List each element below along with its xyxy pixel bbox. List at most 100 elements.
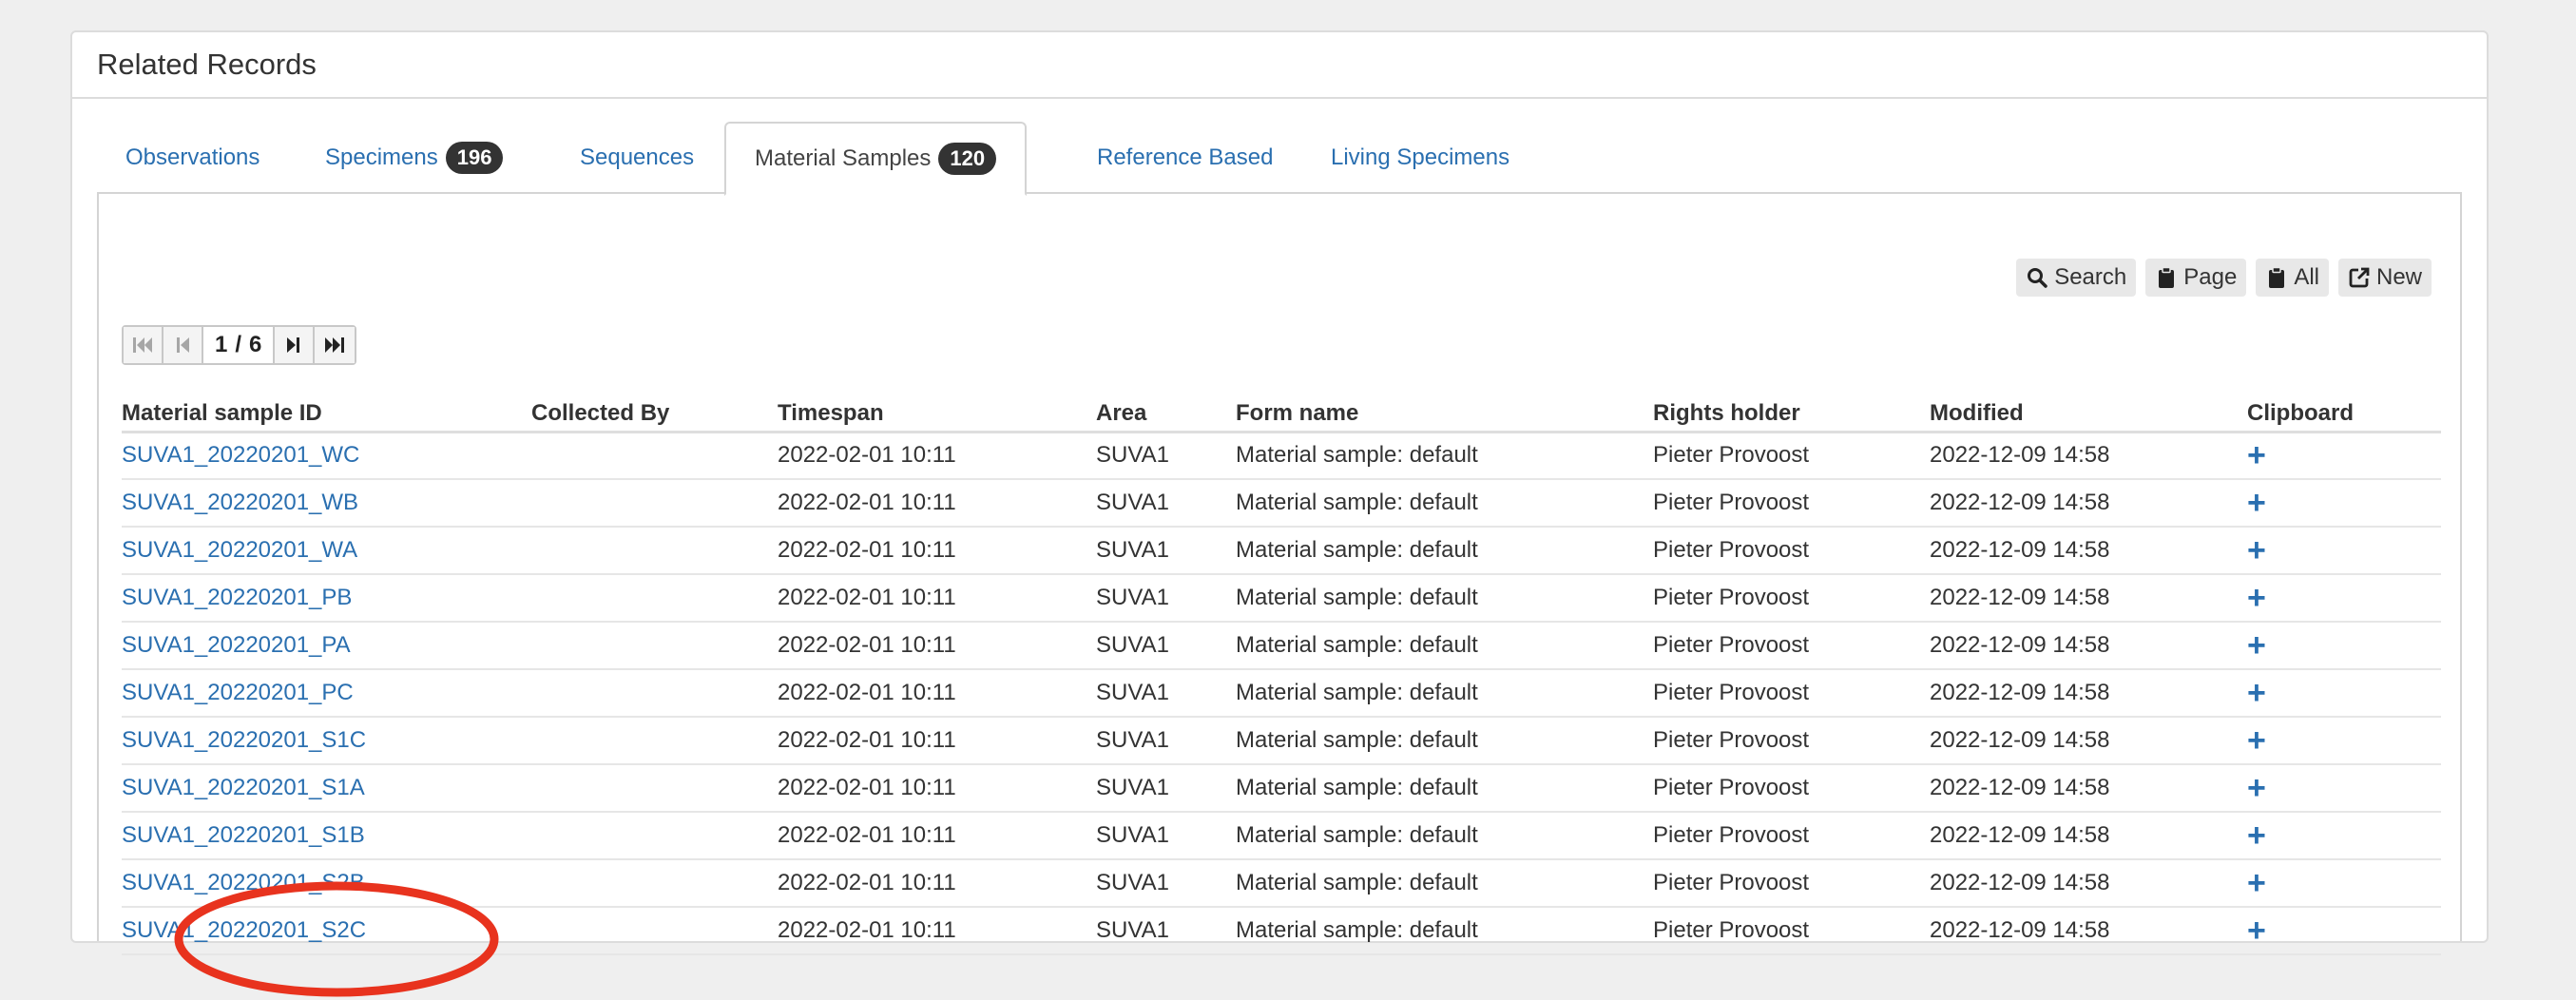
area-cell: SUVA1 <box>1096 622 1236 670</box>
sample-id-link[interactable]: SUVA1_20220201_PB <box>122 585 352 610</box>
timespan-cell: 2022-02-01 10:11 <box>778 432 1096 480</box>
rights-holder-cell: Pieter Provoost <box>1653 527 1930 575</box>
modified-cell: 2022-12-09 14:58 <box>1930 574 2247 623</box>
column-header[interactable]: Rights holder <box>1653 388 1930 433</box>
area-cell: SUVA1 <box>1096 812 1236 860</box>
add-to-clipboard-icon[interactable]: + <box>2247 819 2266 852</box>
table-row: SUVA1_20220201_S1B 2022-02-01 10:11 SUVA1 M… <box>122 812 2441 860</box>
add-to-clipboard-icon[interactable]: + <box>2247 582 2266 614</box>
collected-by-cell <box>531 907 778 955</box>
table-row: SUVA1_20220201_S2C 2022-02-01 10:11 SUVA1 M… <box>122 907 2441 955</box>
sample-id-link[interactable]: SUVA1_20220201_S2C <box>122 917 366 943</box>
add-to-clipboard-icon[interactable]: + <box>2247 629 2266 662</box>
column-header[interactable]: Timespan <box>778 388 1096 433</box>
first-page-button[interactable] <box>124 327 163 363</box>
sample-id-link[interactable]: SUVA1_20220201_WA <box>122 537 357 563</box>
column-header[interactable]: Clipboard <box>2247 388 2441 433</box>
timespan-cell: 2022-02-01 10:11 <box>778 859 1096 908</box>
timespan-cell: 2022-02-01 10:11 <box>778 907 1096 955</box>
page-separator: / <box>235 332 242 357</box>
area-cell: SUVA1 <box>1096 432 1236 480</box>
add-to-clipboard-icon[interactable]: + <box>2247 487 2266 519</box>
open-new-button[interactable]: New <box>2337 259 2432 297</box>
sample-id-link[interactable]: SUVA1_20220201_S1B <box>122 822 365 848</box>
sample-id-link[interactable]: SUVA1_20220201_WC <box>122 442 359 468</box>
form-name-cell: Material sample: default <box>1236 812 1653 860</box>
tab-content: Search Page All New 1 / 6 Material sampl… <box>97 192 2462 997</box>
add-to-clipboard-icon[interactable]: + <box>2247 867 2266 899</box>
tab-reference-based[interactable]: Reference Based <box>1068 122 1301 194</box>
tab-living-specimens[interactable]: Living Specimens <box>1302 122 1538 194</box>
sample-id-link[interactable]: SUVA1_20220201_S1A <box>122 775 365 800</box>
table-row: SUVA1_20220201_S1C 2022-02-01 10:11 SUVA1 M… <box>122 717 2441 765</box>
form-name-cell: Material sample: default <box>1236 479 1653 528</box>
area-cell: SUVA1 <box>1096 527 1236 575</box>
sample-id-link[interactable]: SUVA1_20220201_PC <box>122 680 354 705</box>
tab-label: Sequences <box>580 144 695 170</box>
collected-by-cell <box>531 859 778 908</box>
rights-holder-cell: Pieter Provoost <box>1653 907 1930 955</box>
table-row: SUVA1_20220201_WC 2022-02-01 10:11 SUVA1 Ma… <box>122 432 2441 480</box>
column-header[interactable]: Collected By <box>531 388 778 433</box>
rights-holder-cell: Pieter Provoost <box>1653 812 1930 860</box>
clipboard-cell: + <box>2247 527 2441 575</box>
clipboard-page-button[interactable]: Page <box>2145 259 2247 297</box>
modified-cell: 2022-12-09 14:58 <box>1930 812 2247 860</box>
collected-by-cell <box>531 479 778 528</box>
add-to-clipboard-icon[interactable]: + <box>2247 677 2266 709</box>
collected-by-cell <box>531 574 778 623</box>
collected-by-cell <box>531 812 778 860</box>
rights-holder-cell: Pieter Provoost <box>1653 669 1930 718</box>
tab-label: Reference Based <box>1097 144 1274 170</box>
add-to-clipboard-icon[interactable]: + <box>2247 772 2266 804</box>
column-header[interactable]: Area <box>1096 388 1236 433</box>
column-header[interactable]: Material sample ID <box>122 388 531 433</box>
table-row: SUVA1_20220201_S1A 2022-02-01 10:11 SUVA1 M… <box>122 764 2441 813</box>
form-name-cell: Material sample: default <box>1236 622 1653 670</box>
tab-sequences[interactable]: Sequences <box>551 122 722 194</box>
form-name-cell: Material sample: default <box>1236 907 1653 955</box>
tab-observations[interactable]: Observations <box>97 122 288 194</box>
sample-id-link[interactable]: SUVA1_20220201_WB <box>122 490 358 515</box>
modified-cell: 2022-12-09 14:58 <box>1930 859 2247 908</box>
sample-id-link[interactable]: SUVA1_20220201_S2B <box>122 870 365 895</box>
timespan-cell: 2022-02-01 10:11 <box>778 574 1096 623</box>
last-page-button[interactable] <box>315 327 356 363</box>
total-pages: 6 <box>249 332 262 357</box>
clipboard-icon <box>2269 266 2285 288</box>
modified-cell: 2022-12-09 14:58 <box>1930 717 2247 765</box>
previous-page-button[interactable] <box>163 327 203 363</box>
clipboard-cell: + <box>2247 859 2441 908</box>
sample-id-cell: SUVA1_20220201_WB <box>122 479 531 528</box>
form-name-cell: Material sample: default <box>1236 764 1653 813</box>
sample-id-cell: SUVA1_20220201_S1A <box>122 764 531 813</box>
current-page: 1 <box>215 332 228 357</box>
search-button[interactable]: Search <box>2016 259 2137 297</box>
clipboard-all-button[interactable]: All <box>2256 259 2329 297</box>
sample-id-link[interactable]: SUVA1_20220201_S1C <box>122 727 366 753</box>
tab-material-samples[interactable]: Material Samples 120 <box>724 122 1028 196</box>
table-row: SUVA1_20220201_WA 2022-02-01 10:11 SUVA1 Ma… <box>122 527 2441 575</box>
collected-by-cell <box>531 622 778 670</box>
rights-holder-cell: Pieter Provoost <box>1653 574 1930 623</box>
form-name-cell: Material sample: default <box>1236 717 1653 765</box>
step-back-icon <box>177 337 189 353</box>
next-page-button[interactable] <box>275 327 316 363</box>
form-name-cell: Material sample: default <box>1236 574 1653 623</box>
form-name-cell: Material sample: default <box>1236 432 1653 480</box>
sample-id-cell: SUVA1_20220201_WA <box>122 527 531 575</box>
related-records-panel: Related Records Observations Specimens 1… <box>70 30 2489 997</box>
column-header[interactable]: Form name <box>1236 388 1653 433</box>
toolbar: Search Page All New <box>2016 259 2432 297</box>
tab-specimens[interactable]: Specimens 196 <box>297 122 531 194</box>
sample-id-cell: SUVA1_20220201_PC <box>122 669 531 718</box>
timespan-cell: 2022-02-01 10:11 <box>778 717 1096 765</box>
add-to-clipboard-icon[interactable]: + <box>2247 439 2266 471</box>
collected-by-cell <box>531 717 778 765</box>
column-header[interactable]: Modified <box>1930 388 2247 433</box>
sample-id-link[interactable]: SUVA1_20220201_PA <box>122 632 351 658</box>
add-to-clipboard-icon[interactable]: + <box>2247 534 2266 567</box>
add-to-clipboard-icon[interactable]: + <box>2247 914 2266 947</box>
modified-cell: 2022-12-09 14:58 <box>1930 764 2247 813</box>
add-to-clipboard-icon[interactable]: + <box>2247 724 2266 757</box>
